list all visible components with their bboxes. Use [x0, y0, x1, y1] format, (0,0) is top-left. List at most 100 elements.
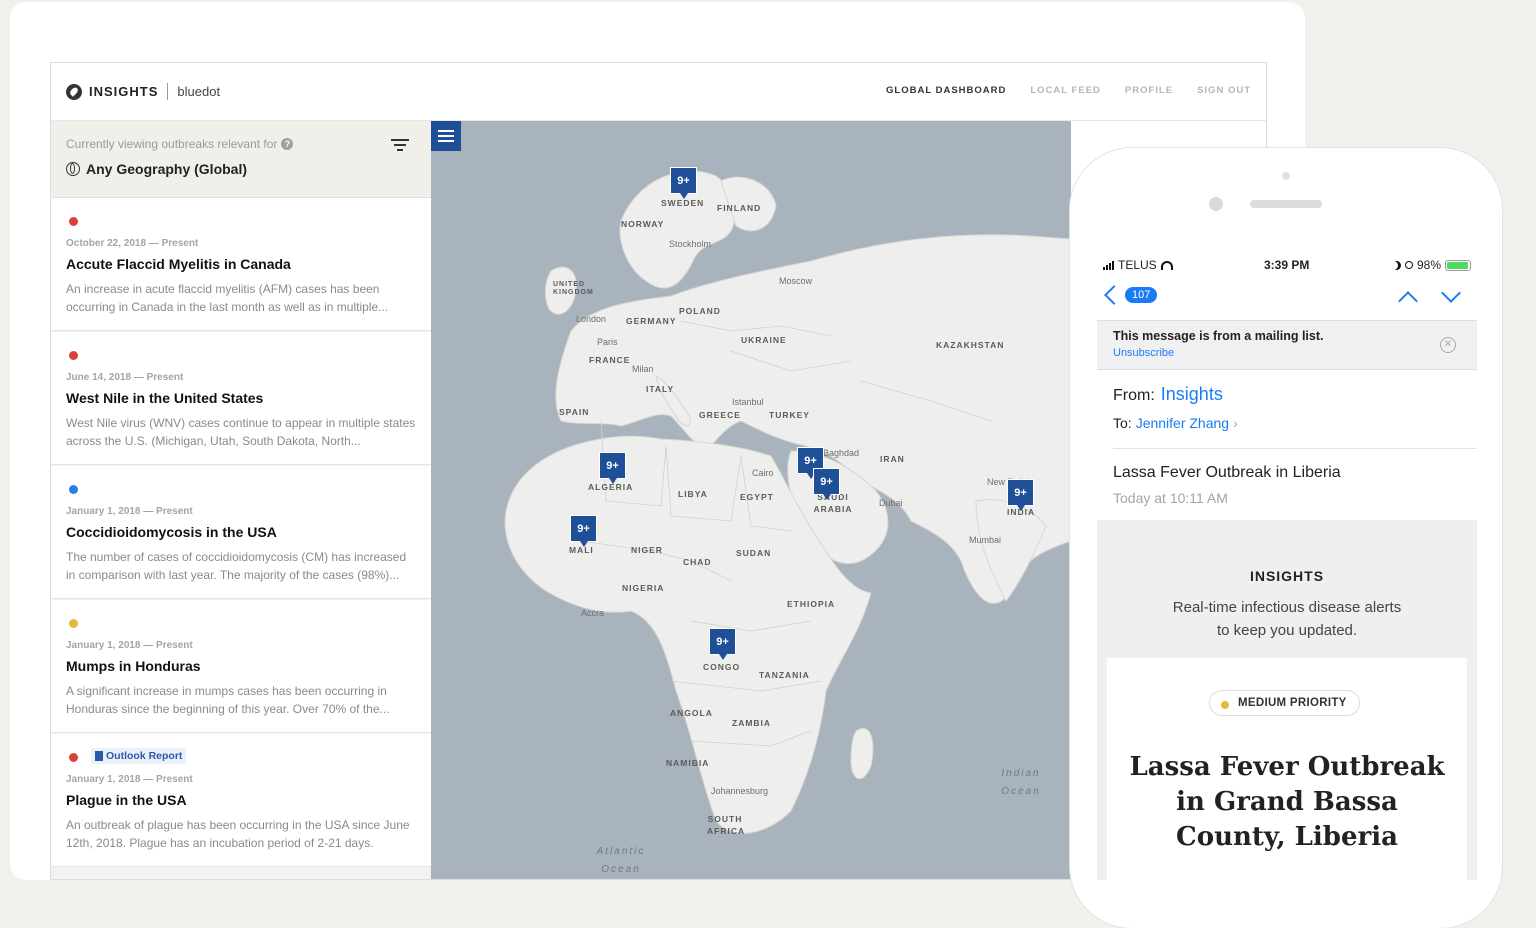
phone-camera — [1209, 197, 1223, 211]
nav-global-dashboard[interactable]: GLOBAL DASHBOARD — [886, 85, 1006, 96]
outbreak-list-item[interactable]: January 1, 2018 — Present Mumps in Hondur… — [51, 600, 431, 733]
nav-profile[interactable]: PROFILE — [1125, 85, 1173, 96]
help-icon[interactable]: ? — [281, 138, 294, 150]
priority-dot-icon — [1221, 701, 1229, 709]
outbreak-marker-mali[interactable]: 9+ — [570, 515, 597, 547]
map-label-tanzania: TANZANIA — [759, 670, 810, 680]
do-not-disturb-icon — [1392, 261, 1401, 270]
outbreak-date: October 22, 2018 — Present — [66, 238, 199, 249]
severity-dot-icon — [69, 753, 78, 762]
mailing-list-banner: This message is from a mailing list. Uns… — [1097, 320, 1477, 370]
outbreak-sidebar: Currently viewing outbreaks relevant for… — [51, 121, 432, 879]
geography-filter-bar: Currently viewing outbreaks relevant for… — [51, 121, 431, 198]
outbreak-date: June 14, 2018 — Present — [66, 372, 184, 383]
unsubscribe-link[interactable]: Unsubscribe — [1113, 347, 1174, 359]
sender-name[interactable]: Insights — [1161, 384, 1223, 404]
mail-screen: TELUS 3:39 PM 98% 107 This message is fr… — [1097, 250, 1477, 880]
brand-divider — [167, 83, 169, 100]
brand[interactable]: INSIGHTS bluedot — [66, 83, 220, 100]
map-label-niger: NIGER — [631, 545, 663, 555]
outbreak-marker-sweden[interactable]: 9+ — [670, 167, 697, 199]
map-city-stockholm: Stockholm — [669, 239, 712, 249]
outbreak-description: The number of cases of coccidioidomycosi… — [66, 550, 407, 582]
chevron-up-icon[interactable] — [1398, 291, 1418, 311]
phone-speaker — [1250, 200, 1322, 208]
world-map[interactable]: NORWAY SWEDEN FINLAND UNITED KINGDOM POL… — [431, 121, 1071, 879]
battery-icon — [1445, 259, 1471, 271]
alert-card: MEDIUM PRIORITY Lassa Fever Outbreak in … — [1107, 658, 1467, 880]
severity-dot-icon — [69, 351, 78, 360]
geography-selector[interactable]: Any Geography (Global) — [66, 161, 247, 177]
outbreak-list-item[interactable]: June 14, 2018 — Present West Nile in the … — [51, 332, 431, 465]
outbreak-marker-congo[interactable]: 9+ — [709, 628, 736, 660]
map-label-greece: GREECE — [699, 410, 741, 420]
chevron-down-icon[interactable] — [1441, 283, 1461, 303]
map-city-mumbai: Mumbai — [969, 535, 1002, 545]
outbreak-description: An increase in acute flaccid myelitis (A… — [66, 282, 389, 314]
map-label-spain: SPAIN — [559, 407, 590, 417]
outbreak-marker-saudi-arabia[interactable]: 9+ — [813, 468, 840, 500]
to-line: To: Jennifer Zhang › — [1113, 415, 1238, 431]
recipient-name[interactable]: Jennifer Zhang — [1136, 415, 1229, 431]
nav-local-feed[interactable]: LOCAL FEED — [1030, 85, 1101, 96]
outbreak-title[interactable]: Accute Flaccid Myelitis in Canada — [66, 256, 291, 272]
alert-headline: Lassa Fever Outbreak in Grand Bassa Coun… — [1129, 752, 1445, 852]
carrier-name: TELUS — [1118, 258, 1157, 272]
list-view-toggle-icon[interactable] — [431, 121, 461, 151]
severity-dot-icon — [69, 217, 78, 226]
outlook-report-badge[interactable]: Outlook Report — [91, 748, 187, 764]
sub-brand: bluedot — [177, 84, 221, 99]
back-chevron-icon[interactable] — [1104, 285, 1124, 305]
map-label-indian-ocean: Indian Ocean — [1001, 768, 1041, 797]
map-city-istanbul: Istanbul — [732, 397, 764, 407]
outbreak-marker-india[interactable]: 9+ — [1007, 479, 1034, 511]
map-city-moscow: Moscow — [779, 276, 813, 286]
header-divider — [1113, 448, 1477, 449]
map-label-germany: GERMANY — [626, 316, 677, 326]
email-tagline: Real-time infectious disease alerts to k… — [1097, 596, 1477, 642]
outbreak-date: January 1, 2018 — Present — [66, 774, 193, 785]
close-icon[interactable]: ✕ — [1440, 337, 1456, 353]
outbreak-title[interactable]: Coccidioidomycosis in the USA — [66, 524, 277, 540]
map-label-libya: LIBYA — [678, 489, 708, 499]
from-label: From: — [1113, 387, 1155, 404]
priority-label: MEDIUM PRIORITY — [1238, 697, 1347, 709]
outbreak-title[interactable]: Plague in the USA — [66, 792, 187, 808]
mail-navigation: 107 — [1097, 280, 1477, 320]
map-label-atlantic-ocean: Atlantic Ocean — [596, 846, 646, 875]
outbreak-list-item[interactable]: Outlook Report January 1, 2018 — Present P… — [51, 734, 431, 867]
map-city-baghdad: Baghdad — [823, 448, 860, 458]
geography-value: Any Geography (Global) — [86, 161, 248, 177]
filter-caption: Currently viewing outbreaks relevant for… — [66, 137, 294, 151]
map-city-paris: Paris — [597, 337, 618, 347]
map-city-london: London — [576, 314, 607, 324]
outbreak-title[interactable]: West Nile in the United States — [66, 390, 263, 406]
filter-icon[interactable] — [391, 139, 409, 153]
email-brand: INSIGHTS — [1249, 568, 1325, 584]
map-label-nigeria: NIGERIA — [622, 583, 665, 593]
orientation-lock-icon — [1404, 261, 1413, 269]
signal-icon — [1103, 260, 1114, 270]
nav-sign-out[interactable]: SIGN OUT — [1197, 85, 1251, 96]
severity-dot-icon — [69, 485, 78, 494]
filter-caption-text: Currently viewing outbreaks relevant for — [66, 137, 278, 151]
map-label-congo: CONGO — [703, 662, 741, 672]
map-label-zambia: ZAMBIA — [732, 718, 772, 728]
globe-icon — [66, 162, 80, 176]
phone-sensor — [1282, 172, 1290, 180]
map-label-france: FRANCE — [589, 355, 631, 365]
battery-percent: 98% — [1416, 258, 1441, 272]
outbreak-title[interactable]: Mumps in Honduras — [66, 658, 201, 674]
outbreak-marker-algeria[interactable]: 9+ — [599, 452, 626, 484]
map-label-turkey: TURKEY — [769, 410, 810, 420]
document-icon — [95, 751, 103, 761]
map-city-johannesburg: Johannesburg — [711, 786, 769, 796]
chevron-right-icon[interactable]: › — [1233, 415, 1238, 431]
map-label-finland: FINLAND — [717, 203, 762, 213]
outbreak-list-item[interactable]: January 1, 2018 — Present Coccidioidomyco… — [51, 466, 431, 599]
unread-count[interactable]: 107 — [1125, 287, 1158, 303]
outbreak-list-item[interactable]: October 22, 2018 — Present Accute Flaccid… — [51, 198, 431, 331]
map-city-milan: Milan — [632, 364, 654, 374]
phone-mockup: TELUS 3:39 PM 98% 107 This message is fr… — [1070, 148, 1502, 928]
map-label-norway: NORWAY — [621, 219, 665, 229]
